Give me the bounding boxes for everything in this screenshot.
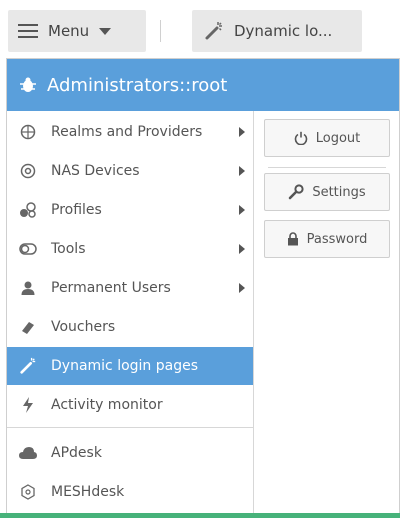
menu-item-vouchers[interactable]: Vouchers xyxy=(7,308,253,346)
menu-item-meshdesk[interactable]: MESHdesk xyxy=(7,473,253,511)
voucher-icon xyxy=(19,318,37,336)
menu-button-label: Menu xyxy=(48,22,90,40)
bug-icon xyxy=(20,77,36,92)
password-label: Password xyxy=(306,231,368,247)
account-actions: Logout Settings Password xyxy=(254,111,399,513)
profiles-icon xyxy=(19,201,37,219)
submenu-arrow-icon xyxy=(239,283,245,293)
tab-button-label: Dynamic lo... xyxy=(234,22,333,40)
menu-item-label: Permanent Users xyxy=(51,280,171,296)
dynamic-login-tab-button[interactable]: Dynamic lo... xyxy=(192,10,362,52)
menu-divider xyxy=(7,427,253,428)
toolbar-separator xyxy=(160,20,161,42)
main-menu-dropdown: Administrators::root Realms and Provider… xyxy=(6,58,400,514)
left-menu: Realms and Providers NAS Devices Profile… xyxy=(7,111,254,513)
menu-item-apdesk[interactable]: APdesk xyxy=(7,434,253,472)
menu-item-label: Dynamic login pages xyxy=(51,358,199,374)
menu-item-label: Vouchers xyxy=(51,319,116,335)
menu-item-realms-and-providers[interactable]: Realms and Providers xyxy=(7,113,253,151)
mesh-icon xyxy=(19,483,37,501)
menu-item-permanent-users[interactable]: Permanent Users xyxy=(7,269,253,307)
menu-item-label: Tools xyxy=(51,241,86,257)
submenu-arrow-icon xyxy=(239,127,245,137)
top-toolbar: Menu Dynamic lo... xyxy=(0,0,400,58)
menu-item-tools[interactable]: Tools xyxy=(7,230,253,268)
settings-label: Settings xyxy=(312,184,366,200)
menu-item-activity-monitor[interactable]: Activity monitor xyxy=(7,386,253,424)
background-strip xyxy=(0,513,400,518)
magic-wand-icon xyxy=(19,357,37,375)
menu-item-nas-devices[interactable]: NAS Devices xyxy=(7,152,253,190)
submenu-arrow-icon xyxy=(239,244,245,254)
submenu-arrow-icon xyxy=(239,205,245,215)
magic-wand-icon xyxy=(205,22,222,40)
realms-icon xyxy=(19,123,37,141)
submenu-arrow-icon xyxy=(239,166,245,176)
actions-divider xyxy=(268,167,386,168)
menu-item-label: Activity monitor xyxy=(51,397,163,413)
caret-down-icon xyxy=(99,27,112,35)
power-icon xyxy=(294,131,308,145)
menu-button[interactable]: Menu xyxy=(8,10,146,52)
activity-icon xyxy=(19,396,37,414)
menu-item-label: Profiles xyxy=(51,202,102,218)
logout-button[interactable]: Logout xyxy=(264,119,390,157)
menu-header-title: Administrators::root xyxy=(47,74,228,96)
menu-item-label: MESHdesk xyxy=(51,484,125,500)
menu-item-label: Realms and Providers xyxy=(51,124,203,140)
lock-icon xyxy=(287,232,298,246)
user-icon xyxy=(19,279,37,297)
menu-header: Administrators::root xyxy=(7,59,399,111)
wrench-icon xyxy=(289,184,304,200)
tools-icon xyxy=(19,240,37,258)
menu-item-profiles[interactable]: Profiles xyxy=(7,191,253,229)
password-button[interactable]: Password xyxy=(264,220,390,258)
cloud-icon xyxy=(19,444,37,462)
nas-devices-icon xyxy=(19,162,37,180)
logout-label: Logout xyxy=(315,130,361,146)
menu-item-label: APdesk xyxy=(51,445,102,461)
menu-item-dynamic-login-pages[interactable]: Dynamic login pages xyxy=(7,347,253,385)
hamburger-icon xyxy=(18,24,38,38)
settings-button[interactable]: Settings xyxy=(264,173,390,211)
menu-item-label: NAS Devices xyxy=(51,163,140,179)
